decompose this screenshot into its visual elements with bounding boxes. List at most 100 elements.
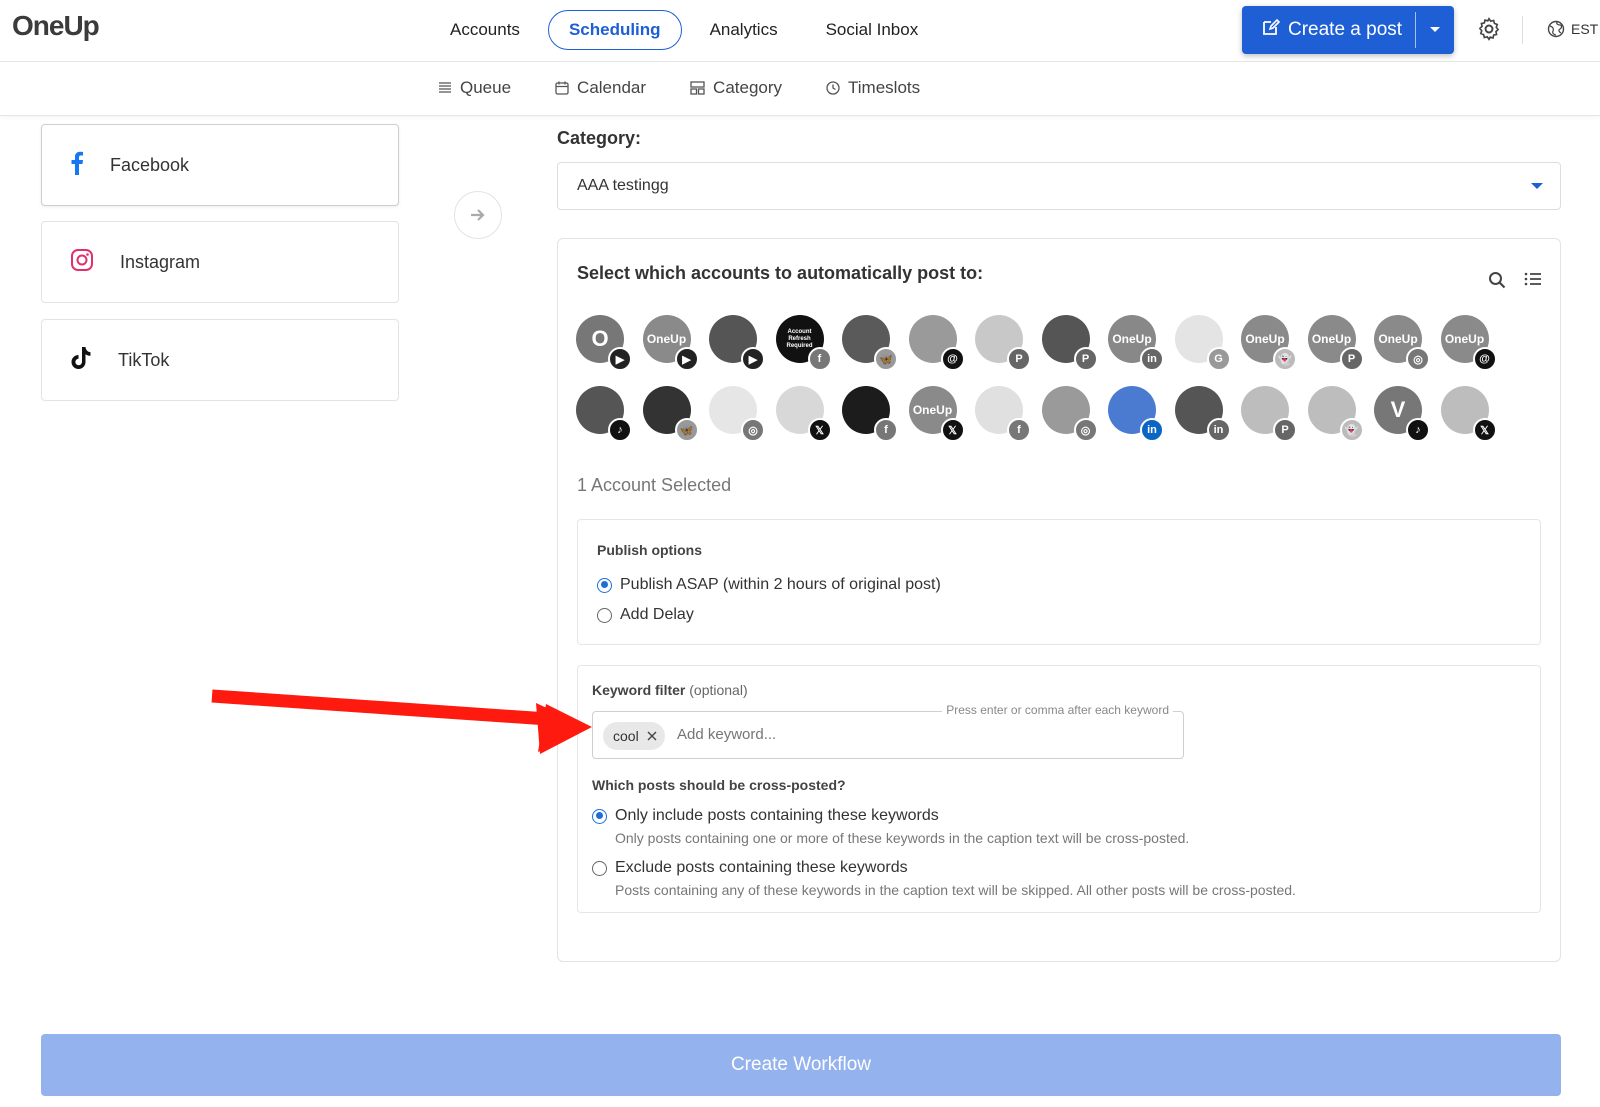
- calendar-icon: [555, 81, 569, 95]
- account-avatar[interactable]: 👻: [1307, 386, 1364, 442]
- account-avatar[interactable]: in: [1108, 386, 1164, 442]
- account-avatar[interactable]: 𝕏: [775, 386, 832, 442]
- account-avatar[interactable]: P: [1041, 315, 1098, 371]
- timezone-selector[interactable]: EST: [1547, 20, 1598, 38]
- tiktok-icon: ♪: [1406, 418, 1430, 442]
- account-avatar-label: OneUp: [1444, 332, 1485, 346]
- add-delay-option[interactable]: Add Delay: [597, 606, 694, 624]
- account-avatar[interactable]: O ▶: [576, 315, 632, 371]
- account-avatar-label: OneUp: [912, 403, 953, 417]
- google-icon: G: [1206, 347, 1231, 371]
- list-icon: [439, 82, 451, 93]
- publish-asap-label: Publish ASAP (within 2 hours of original…: [620, 576, 941, 593]
- account-avatar[interactable]: 🦋: [642, 386, 699, 442]
- accounts-row-1: O ▶ OneUp ▶ ▶ Account Refresh Required f 🦋 @ P P On…: [576, 315, 1507, 371]
- snapchat-icon: 👻: [1273, 347, 1297, 371]
- create-workflow-button[interactable]: Create Workflow: [41, 1034, 1561, 1096]
- publish-asap-option[interactable]: Publish ASAP (within 2 hours of original…: [597, 576, 941, 594]
- exclude-keywords-label: Exclude posts containing these keywords: [615, 859, 908, 876]
- keyword-filter-title: Keyword filter: [592, 682, 686, 698]
- account-avatar[interactable]: OneUp 👻: [1241, 315, 1297, 371]
- account-avatar[interactable]: ◎: [1041, 386, 1098, 442]
- pinterest-icon: P: [1273, 418, 1297, 442]
- category-select[interactable]: AAA testingg: [557, 162, 1561, 210]
- account-avatar[interactable]: V ♪: [1374, 386, 1430, 442]
- keyword-input[interactable]: [677, 726, 977, 743]
- account-avatar[interactable]: ♪: [576, 386, 632, 442]
- subnav-category[interactable]: Category: [690, 78, 782, 98]
- network-card-tiktok[interactable]: TikTok: [41, 319, 399, 401]
- account-avatar[interactable]: f: [975, 386, 1031, 442]
- dropdown-caret-icon: [1531, 183, 1543, 189]
- pinterest-icon: P: [1339, 347, 1364, 371]
- keyword-filter-label: Keyword filter (optional): [592, 682, 748, 698]
- account-avatar[interactable]: ▶: [709, 315, 765, 371]
- account-avatar-label: O: [591, 326, 609, 351]
- exclude-keywords-option[interactable]: Exclude posts containing these keywords: [592, 859, 908, 877]
- account-avatar[interactable]: P: [1241, 386, 1297, 442]
- crosspost-question: Which posts should be cross-posted?: [592, 777, 846, 793]
- publish-options-box: Publish options Publish ASAP (within 2 h…: [577, 519, 1541, 645]
- caret-down-icon: [1430, 27, 1440, 32]
- youtube-icon: ▶: [674, 347, 699, 371]
- tiktok-icon: ♪: [608, 418, 632, 442]
- facebook-icon: [70, 151, 84, 180]
- account-avatar[interactable]: 𝕏: [1440, 386, 1497, 442]
- account-avatar[interactable]: 🦋: [842, 315, 898, 371]
- list-view-icon[interactable]: [1524, 271, 1542, 287]
- account-avatar-label: OneUp: [1112, 332, 1152, 346]
- account-avatar[interactable]: P: [975, 315, 1031, 371]
- search-icon[interactable]: [1488, 271, 1506, 289]
- nav-social-inbox[interactable]: Social Inbox: [806, 10, 939, 50]
- subnav-calendar[interactable]: Calendar: [555, 78, 646, 98]
- create-post-dropdown-button[interactable]: [1416, 26, 1454, 34]
- nav-analytics[interactable]: Analytics: [690, 10, 798, 50]
- account-avatar[interactable]: OneUp @: [1440, 315, 1497, 371]
- subnav-category-label: Category: [713, 78, 783, 97]
- account-avatar[interactable]: OneUp P: [1307, 315, 1364, 371]
- account-avatar[interactable]: OneUp 𝕏: [908, 386, 965, 442]
- account-avatar-label: OneUp: [1311, 332, 1352, 346]
- network-card-facebook[interactable]: Facebook: [41, 124, 399, 206]
- subnav-queue[interactable]: Queue: [438, 78, 511, 98]
- account-avatar[interactable]: @: [908, 315, 965, 371]
- accounts-selected-count: 1 Account Selected: [577, 475, 732, 495]
- create-post-button[interactable]: Create a post: [1242, 18, 1415, 42]
- account-avatar[interactable]: OneUp in: [1108, 315, 1164, 371]
- account-avatar-label: OneUp: [1378, 332, 1418, 346]
- nav-separator: [1522, 16, 1523, 44]
- exclude-keywords-radio[interactable]: [592, 860, 607, 876]
- instagram-icon: [70, 248, 94, 277]
- youtube-icon: ▶: [741, 347, 765, 371]
- account-avatar[interactable]: Account Refresh Required f: [775, 315, 832, 371]
- arrow-right-connector: [454, 191, 502, 239]
- bluesky-icon: 🦋: [874, 347, 898, 371]
- account-avatar[interactable]: OneUp ◎: [1374, 315, 1430, 371]
- accounts-row-2: ♪ 🦋 ◎ 𝕏f OneUp 𝕏f ◎ in in P 👻 V ♪ 𝕏: [576, 386, 1507, 442]
- oneup-logo[interactable]: OneUp: [12, 10, 100, 42]
- add-delay-label: Add Delay: [620, 606, 694, 623]
- x-icon: 𝕏: [807, 418, 832, 442]
- remove-keyword-icon[interactable]: [647, 731, 657, 741]
- add-delay-radio[interactable]: [597, 607, 612, 623]
- network-card-instagram[interactable]: Instagram: [41, 221, 399, 303]
- settings-gear-icon[interactable]: [1476, 16, 1502, 47]
- keyword-input-field[interactable]: Press enter or comma after each keyword …: [592, 703, 1184, 759]
- publish-asap-radio[interactable]: [597, 577, 612, 593]
- account-avatar[interactable]: G: [1174, 315, 1231, 371]
- account-avatar[interactable]: f: [842, 386, 898, 442]
- include-keywords-option[interactable]: Only include posts containing these keyw…: [592, 807, 939, 825]
- nav-scheduling[interactable]: Scheduling: [547, 10, 682, 50]
- sub-navbar: Queue Calendar Category Timeslots: [0, 62, 1600, 116]
- account-avatar[interactable]: in: [1174, 386, 1231, 442]
- account-avatar[interactable]: OneUp ▶: [642, 315, 699, 371]
- account-avatar-label: OneUp: [1245, 332, 1285, 346]
- subnav-queue-label: Queue: [460, 78, 512, 97]
- nav-accounts[interactable]: Accounts: [430, 10, 540, 50]
- subnav-timeslots[interactable]: Timeslots: [826, 78, 920, 98]
- account-avatar[interactable]: ◎: [709, 386, 765, 442]
- account-avatar-label: V: [1390, 397, 1406, 422]
- category-selected-value: AAA testingg: [577, 177, 669, 194]
- include-keywords-radio[interactable]: [592, 808, 607, 824]
- accounts-title: Select which accounts to automatically p…: [577, 263, 984, 283]
